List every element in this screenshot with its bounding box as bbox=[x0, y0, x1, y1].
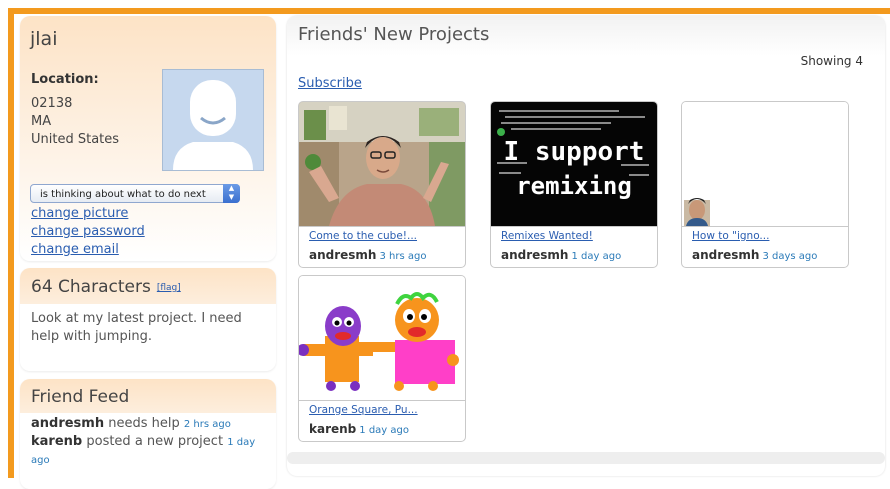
characters-message: Look at my latest project. I need help w… bbox=[31, 311, 242, 344]
project-title-link[interactable]: Come to the cube!... bbox=[309, 230, 417, 242]
remix-thumbnail-icon: I support remixing bbox=[491, 102, 657, 226]
webcam-photo-icon bbox=[299, 102, 465, 226]
location-country: United States bbox=[31, 132, 120, 147]
change-email-link[interactable]: change email bbox=[31, 242, 119, 257]
project-time: 1 day ago bbox=[359, 425, 409, 436]
friends-projects-panel: Friends' New Projects Showing 4 Subscrib… bbox=[287, 16, 885, 476]
friend-feed-panel: Friend Feed andresmh needs help 2 hrs ag… bbox=[20, 379, 276, 489]
project-user: andresmh 3 hrs ago bbox=[309, 248, 426, 262]
cartoon-characters-icon bbox=[299, 276, 465, 400]
next-panel-edge bbox=[287, 452, 885, 464]
characters-panel: 64 Characters [flag] Look at my latest pr… bbox=[20, 268, 276, 371]
characters-title: 64 Characters [flag] bbox=[31, 277, 181, 297]
default-avatar-icon bbox=[173, 80, 253, 170]
friend-feed-title: Friend Feed bbox=[31, 387, 130, 407]
feed-user-link[interactable]: andresmh bbox=[31, 416, 104, 431]
project-time: 3 days ago bbox=[762, 251, 818, 262]
feed-user-link[interactable]: karenb bbox=[31, 434, 82, 449]
remix-thumb-text-2: remixing bbox=[516, 172, 632, 200]
friends-projects-title: Friends' New Projects bbox=[298, 24, 490, 45]
project-card[interactable]: Orange Square, Pu... karenb 1 day ago bbox=[298, 275, 466, 442]
avatar[interactable] bbox=[162, 69, 264, 171]
project-title-link[interactable]: Remixes Wanted! bbox=[501, 230, 593, 242]
showing-count: Showing 4 bbox=[800, 54, 863, 68]
project-user-link[interactable]: andresmh bbox=[309, 248, 376, 262]
project-user: andresmh 1 day ago bbox=[501, 248, 621, 262]
feed-item: andresmh needs help 2 hrs ago bbox=[31, 415, 267, 433]
flag-link[interactable]: [flag] bbox=[157, 283, 181, 293]
project-title-link[interactable]: How to "igno... bbox=[692, 230, 769, 242]
feed-action: posted a new project bbox=[86, 434, 224, 449]
profile-panel: jlai Location: 02138 MA United States is… bbox=[20, 16, 276, 261]
project-user: andresmh 3 days ago bbox=[692, 248, 817, 262]
project-title-link[interactable]: Orange Square, Pu... bbox=[309, 404, 418, 416]
change-picture-link[interactable]: change picture bbox=[31, 206, 128, 221]
project-time: 3 hrs ago bbox=[379, 251, 427, 262]
feed-item: karenb posted a new project 1 day ago bbox=[31, 433, 267, 469]
project-user-link[interactable]: andresmh bbox=[692, 248, 759, 262]
project-user-link[interactable]: andresmh bbox=[501, 248, 568, 262]
project-thumbnail[interactable]: I support remixing bbox=[491, 102, 657, 227]
project-card[interactable]: How to "igno... andresmh 3 days ago bbox=[681, 101, 849, 268]
feed-action: needs help bbox=[108, 416, 180, 431]
location-state: MA bbox=[31, 114, 52, 129]
project-thumbnail[interactable] bbox=[299, 102, 465, 227]
location-label: Location: bbox=[31, 72, 99, 87]
project-user-link[interactable]: karenb bbox=[309, 422, 356, 436]
feed-time: 2 hrs ago bbox=[183, 419, 231, 430]
project-thumbnail[interactable] bbox=[299, 276, 465, 401]
location-zip: 02138 bbox=[31, 96, 73, 111]
project-thumbnail[interactable] bbox=[682, 102, 848, 227]
username: jlai bbox=[30, 28, 58, 50]
remix-thumb-text-1: I support bbox=[504, 137, 645, 167]
status-select-value: is thinking about what to do next bbox=[40, 189, 206, 200]
project-card[interactable]: I support remixing Remixes Wanted! andre… bbox=[490, 101, 658, 268]
characters-title-text: 64 Characters bbox=[31, 277, 151, 297]
change-password-link[interactable]: change password bbox=[31, 224, 145, 239]
project-user: karenb 1 day ago bbox=[309, 422, 409, 436]
project-time: 1 day ago bbox=[571, 251, 622, 262]
subscribe-link[interactable]: Subscribe bbox=[298, 76, 362, 91]
project-card[interactable]: Come to the cube!... andresmh 3 hrs ago bbox=[298, 101, 466, 268]
status-select[interactable]: is thinking about what to do next ▲ ▼ bbox=[30, 184, 240, 203]
select-arrows-icon: ▲ ▼ bbox=[223, 184, 240, 203]
sprite-thumbnail-icon bbox=[682, 102, 848, 226]
